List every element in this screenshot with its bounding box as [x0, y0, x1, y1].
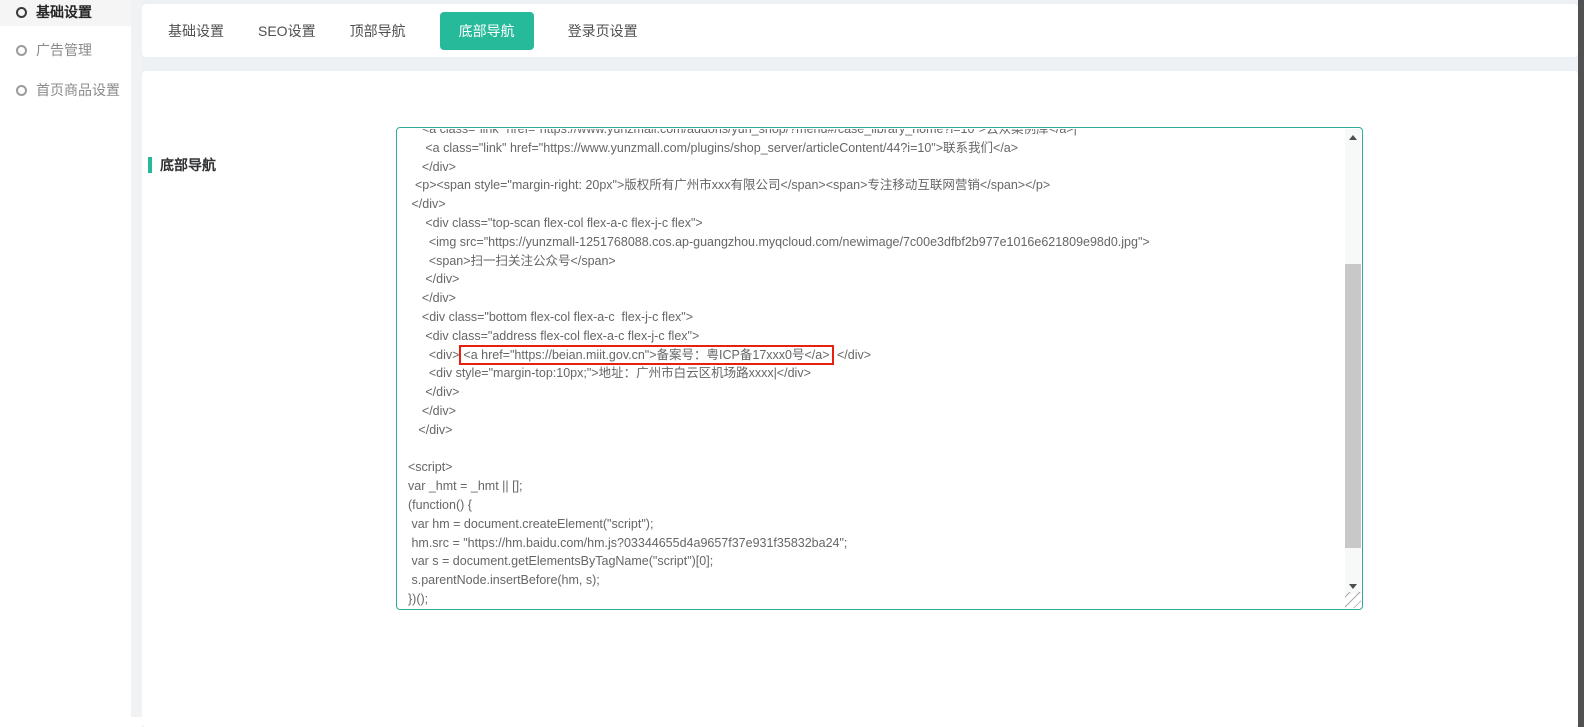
code-line: </div> — [408, 383, 1345, 402]
code-line: </div> — [408, 270, 1345, 289]
tab-basic-settings[interactable]: 基础设置 — [168, 21, 224, 41]
sidebar-item-basic-settings[interactable]: 基础设置 — [0, 0, 131, 26]
code-line: <p><span style="margin-right: 20px">版权所有… — [408, 176, 1345, 195]
code-line: <img src="https://yunzmall-1251768088.co… — [408, 233, 1345, 252]
radio-circle-icon — [16, 7, 27, 18]
section-title: 底部导航 — [160, 155, 216, 175]
radio-circle-icon — [16, 45, 27, 56]
settings-tab-bar: 基础设置 SEO设置 顶部导航 底部导航 登录页设置 — [142, 4, 1578, 57]
tab-bottom-nav[interactable]: 底部导航 — [440, 12, 534, 50]
radio-circle-icon — [16, 85, 27, 96]
code-line: </div> — [408, 158, 1345, 177]
code-line: <div class="bottom flex-col flex-a-c fle… — [408, 308, 1345, 327]
bottom-nav-panel: 底部导航 <a class="link" href="https://www.y… — [142, 71, 1578, 727]
code-line: <a class="link" href="https://www.yunzma… — [408, 139, 1345, 158]
screen-edge-strip — [1578, 0, 1584, 727]
tab-seo-settings[interactable]: SEO设置 — [258, 21, 316, 41]
code-line: </div> — [408, 402, 1345, 421]
main-area: 基础设置 SEO设置 顶部导航 底部导航 登录页设置 底部导航 <a class… — [142, 0, 1578, 727]
sidebar: 基础设置 广告管理 首页商品设置 — [0, 0, 131, 727]
code-line: <div style="margin-top:10px;">地址：广州市白云区机… — [408, 364, 1345, 383]
code-clip: <a class="link" href="https://www.yunzma… — [398, 129, 1345, 608]
code-line: (function() { — [408, 496, 1345, 515]
code-line: var _hmt = _hmt || []; — [408, 477, 1345, 496]
code-line: </div> — [408, 195, 1345, 214]
code-editor-content: <a class="link" href="https://www.yunzma… — [398, 129, 1345, 608]
code-line: <div class="top-scan flex-col flex-a-c f… — [408, 214, 1345, 233]
resize-grip-icon[interactable] — [1345, 592, 1361, 608]
sidebar-item-label: 基础设置 — [36, 2, 92, 22]
tab-login-page-settings[interactable]: 登录页设置 — [568, 21, 638, 41]
sidebar-item-home-product-settings[interactable]: 首页商品设置 — [0, 76, 131, 104]
tab-top-nav[interactable]: 顶部导航 — [350, 21, 406, 41]
code-line: hm.src = "https://hm.baidu.com/hm.js?033… — [408, 534, 1345, 553]
code-line: <span>扫一扫关注公众号</span> — [408, 252, 1345, 271]
scroll-up-icon[interactable] — [1345, 129, 1361, 145]
code-line: </div> — [408, 289, 1345, 308]
code-line: s.parentNode.insertBefore(hm, s); — [408, 571, 1345, 590]
sidebar-item-ad-management[interactable]: 广告管理 — [0, 36, 131, 64]
code-line: <div class="address flex-col flex-a-c fl… — [408, 327, 1345, 346]
vertical-scrollbar[interactable] — [1345, 129, 1361, 594]
section-accent-bar-icon — [148, 157, 152, 173]
code-line: <div><a href="https://beian.miit.gov.cn"… — [408, 346, 1345, 365]
code-line: var hm = document.createElement("script"… — [408, 515, 1345, 534]
code-line — [408, 440, 1345, 459]
sidebar-divider — [131, 0, 142, 717]
sidebar-item-label: 广告管理 — [36, 40, 92, 60]
sidebar-item-label: 首页商品设置 — [36, 80, 120, 100]
code-line: })(); — [408, 590, 1345, 608]
code-line: <script> — [408, 458, 1345, 477]
code-line: </div> — [408, 421, 1345, 440]
footer-nav-code-textarea[interactable]: <a class="link" href="https://www.yunzma… — [396, 127, 1363, 610]
red-annotation-box: <a href="https://beian.miit.gov.cn">备案号：… — [459, 345, 833, 365]
code-line: var s = document.getElementsByTagName("s… — [408, 552, 1345, 571]
section-header: 底部导航 — [148, 155, 216, 175]
code-line: <a class="link" href="https://www.yunzma… — [408, 129, 1345, 139]
scrollbar-thumb[interactable] — [1345, 264, 1361, 548]
